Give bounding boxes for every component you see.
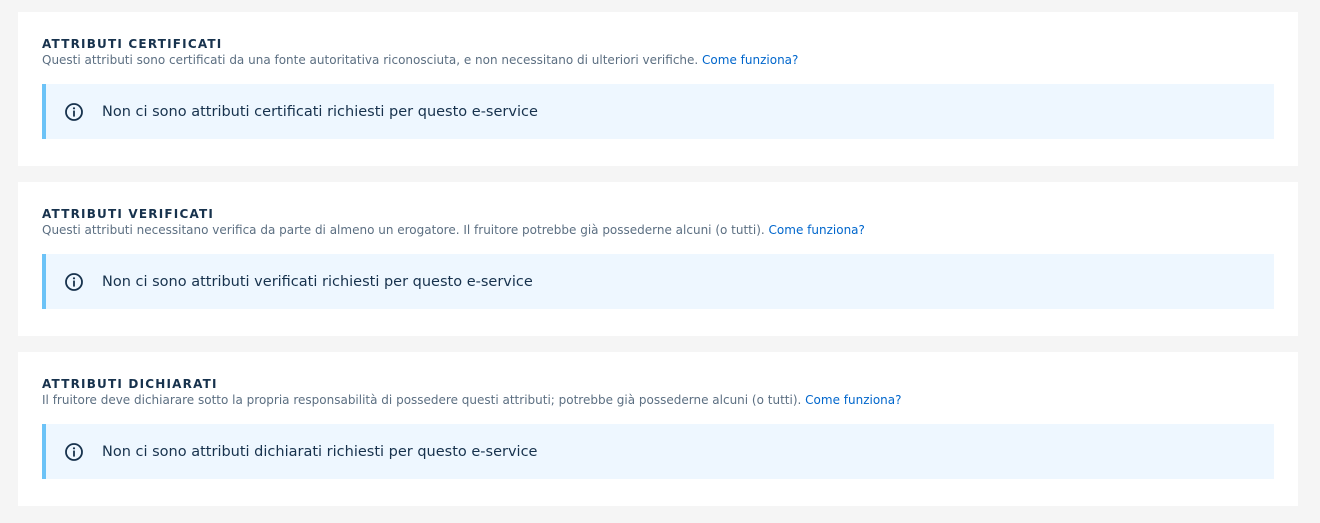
verified-attributes-card: ATTRIBUTI VERIFICATI Questi attributi ne… — [18, 182, 1298, 336]
empty-info-alert: Non ci sono attributi certificati richie… — [42, 84, 1274, 139]
section-title: ATTRIBUTI DICHIARATI — [42, 377, 218, 391]
section-description-text: Questi attributi sono certificati da una… — [42, 53, 699, 67]
info-icon — [64, 102, 84, 122]
empty-info-alert: Non ci sono attributi verificati richies… — [42, 254, 1274, 309]
section-description: Questi attributi necessitano verifica da… — [42, 222, 1274, 238]
empty-message: Non ci sono attributi dichiarati richies… — [102, 443, 538, 460]
section-title: ATTRIBUTI CERTIFICATI — [42, 37, 223, 51]
section-title: ATTRIBUTI VERIFICATI — [42, 207, 215, 221]
section-description: Il fruitore deve dichiarare sotto la pro… — [42, 392, 1274, 408]
section-description-text: Il fruitore deve dichiarare sotto la pro… — [42, 393, 802, 407]
how-it-works-link[interactable]: Come funziona? — [805, 393, 901, 407]
section-description-text: Questi attributi necessitano verifica da… — [42, 223, 765, 237]
info-icon — [64, 442, 84, 462]
section-description: Questi attributi sono certificati da una… — [42, 52, 1274, 68]
info-icon — [64, 272, 84, 292]
empty-message: Non ci sono attributi certificati richie… — [102, 103, 538, 120]
empty-info-alert: Non ci sono attributi dichiarati richies… — [42, 424, 1274, 479]
how-it-works-link[interactable]: Come funziona? — [702, 53, 798, 67]
how-it-works-link[interactable]: Come funziona? — [769, 223, 865, 237]
empty-message: Non ci sono attributi verificati richies… — [102, 273, 533, 290]
certified-attributes-card: ATTRIBUTI CERTIFICATI Questi attributi s… — [18, 12, 1298, 166]
declared-attributes-card: ATTRIBUTI DICHIARATI Il fruitore deve di… — [18, 352, 1298, 506]
